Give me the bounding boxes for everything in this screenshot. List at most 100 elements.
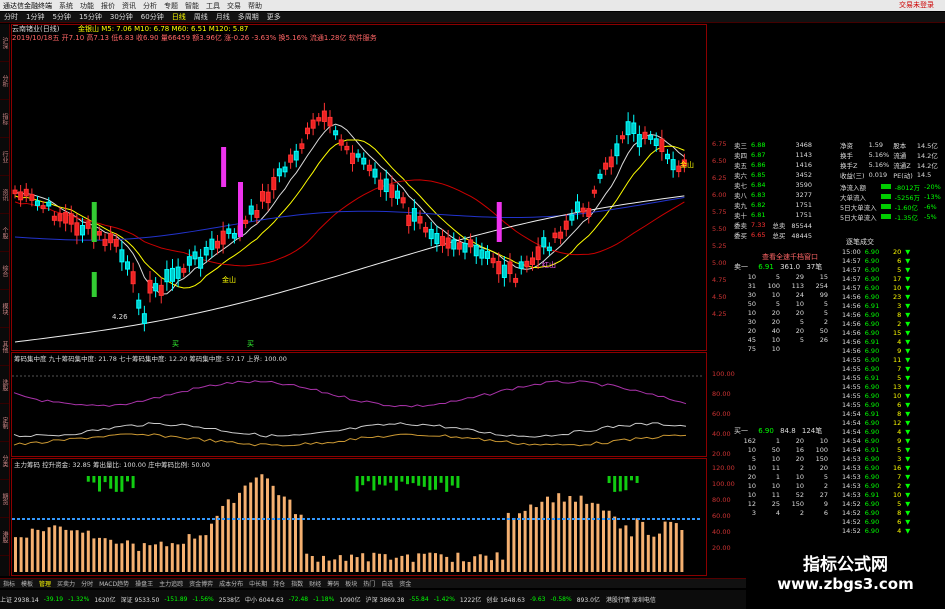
left-strip-item-12[interactable]: 期货 <box>0 480 9 518</box>
left-strip-item-0[interactable]: 沪深 <box>0 24 9 62</box>
period-tab-4[interactable]: 30分钟 <box>106 12 137 22</box>
stats-panel: 净资 1.59 股本 14.5亿 换手 5.16% 流通 14.2亿 换手Z 5.16% 流通Z 14… <box>838 140 945 222</box>
tick-row: 14:53 6.90 3 ▼ <box>840 454 912 463</box>
period-tab-7[interactable]: 周线 <box>190 12 212 22</box>
index-quote[interactable]: -39.19 <box>44 596 63 603</box>
indicator1-tick: 20.00 <box>712 450 731 458</box>
period-tab-5[interactable]: 60分钟 <box>137 12 168 22</box>
period-tab-6[interactable]: 日线 <box>168 12 190 22</box>
tick-row: 14:57 6.90 10 ▼ <box>840 283 912 292</box>
bottom-tab-1[interactable]: 模板 <box>18 579 36 588</box>
index-quote[interactable]: -0.58% <box>550 596 571 603</box>
index-quote[interactable]: 1620亿 <box>94 595 115 604</box>
bottom-tab-11[interactable]: 持仓 <box>270 579 288 588</box>
capital-bar <box>288 499 292 572</box>
left-strip-item-6[interactable]: 综合 <box>0 252 9 290</box>
index-quote[interactable]: 沪深 3869.38 <box>366 595 405 604</box>
tick-row: 14:55 6.90 7 ▼ <box>840 364 912 373</box>
candle-body <box>265 191 271 204</box>
left-strip-item-8[interactable]: 其他 <box>0 328 9 366</box>
period-tab-1[interactable]: 1分钟 <box>22 12 48 22</box>
bottom-tab-18[interactable]: 资金 <box>396 579 414 588</box>
period-tab-8[interactable]: 月线 <box>212 12 234 22</box>
index-quote[interactable]: 创业 1648.63 <box>486 595 525 604</box>
bottom-tab-4[interactable]: 分时 <box>78 579 96 588</box>
menu-item-0[interactable]: 系统 <box>59 1 73 11</box>
candle-body <box>113 238 119 247</box>
index-quote[interactable]: -1.18% <box>313 596 334 603</box>
menu-item-5[interactable]: 专题 <box>164 1 178 11</box>
buy-label: 买 <box>247 340 254 348</box>
index-quote[interactable]: 893.0亿 <box>577 595 600 604</box>
bottom-tab-13[interactable]: 财经 <box>306 579 324 588</box>
tick-time: 14:57 <box>842 274 861 283</box>
index-quote[interactable]: 深证 9533.50 <box>121 595 160 604</box>
index-quote[interactable]: 1222亿 <box>460 595 481 604</box>
login-status[interactable]: 交易未登录 <box>899 0 934 10</box>
period-tab-10[interactable]: 更多 <box>263 12 285 22</box>
bottom-tab-0[interactable]: 指标 <box>0 579 18 588</box>
left-strip-item-13[interactable]: 港股 <box>0 518 9 556</box>
period-tab-0[interactable]: 分时 <box>0 12 22 22</box>
index-quote[interactable]: -9.63 <box>530 596 546 603</box>
period-tab-2[interactable]: 5分钟 <box>48 12 74 22</box>
index-quote[interactable]: -1.42% <box>434 596 455 603</box>
left-strip-item-1[interactable]: 分析 <box>0 62 9 100</box>
menu-item-4[interactable]: 分析 <box>143 1 157 11</box>
left-strip-item-3[interactable]: 行业 <box>0 138 9 176</box>
menu-item-9[interactable]: 帮助 <box>248 1 262 11</box>
menu-item-1[interactable]: 功能 <box>80 1 94 11</box>
bottom-tab-3[interactable]: 买卖力 <box>54 579 78 588</box>
index-quote[interactable]: -151.89 <box>164 596 187 603</box>
tick-time: 14:55 <box>842 382 861 391</box>
left-strip-item-2[interactable]: 指标 <box>0 100 9 138</box>
bottom-tab-8[interactable]: 资金博弈 <box>186 579 216 588</box>
queue-window-link[interactable]: 查看全速千档窗口 <box>762 252 818 262</box>
bottom-tab-15[interactable]: 板块 <box>342 579 360 588</box>
left-strip-item-7[interactable]: 模块 <box>0 290 9 328</box>
index-quote[interactable]: -1.56% <box>193 596 214 603</box>
left-strip-item-9[interactable]: 选股 <box>0 366 9 404</box>
left-strip-item-10[interactable]: 定制 <box>0 404 9 442</box>
menu-item-7[interactable]: 工具 <box>206 1 220 11</box>
queue-cell: 3 <box>751 508 756 517</box>
bottom-tab-2[interactable]: 管理 <box>36 579 54 588</box>
order-row: 卖八 6.83 3277 <box>732 190 814 200</box>
queue-cell: 5 <box>799 317 804 326</box>
index-quote[interactable]: 中小 6044.63 <box>245 595 284 604</box>
capital-bar <box>64 529 68 572</box>
low-price-label: 4.26 <box>112 313 128 321</box>
tick-list[interactable]: 15:00 6.90 20 ▼ 14:57 6.90 6 ▼ 14:57 6.90 5 ▼ 14:57 6… <box>840 247 945 547</box>
flow-value: -5256万 <box>894 194 921 202</box>
queue-cell: 2 <box>823 481 828 490</box>
candlestick-chart[interactable]: 4.26金山金山红山买买 <box>12 42 705 350</box>
bottom-tab-16[interactable]: 热门 <box>360 579 378 588</box>
candle-body <box>108 233 114 244</box>
index-quote[interactable]: 1090亿 <box>339 595 360 604</box>
menu-item-3[interactable]: 资讯 <box>122 1 136 11</box>
period-tab-3[interactable]: 15分钟 <box>75 12 106 22</box>
menu-item-6[interactable]: 智能 <box>185 1 199 11</box>
bottom-tab-10[interactable]: 中长期 <box>246 579 270 588</box>
candle-body <box>473 244 479 257</box>
bottom-tab-5[interactable]: MACD趋势 <box>96 579 132 588</box>
index-quote[interactable]: -55.84 <box>409 596 428 603</box>
bottom-tab-12[interactable]: 指数 <box>288 579 306 588</box>
candle-body <box>119 249 125 263</box>
bottom-tab-17[interactable]: 自选 <box>378 579 396 588</box>
bottom-tab-14[interactable]: 筹码 <box>324 579 342 588</box>
tick-time: 14:55 <box>842 364 861 373</box>
index-quote[interactable]: -1.32% <box>68 596 89 603</box>
bottom-tab-7[interactable]: 主力追踪 <box>156 579 186 588</box>
period-tab-9[interactable]: 多周期 <box>234 12 263 22</box>
bottom-tab-6[interactable]: 操盘王 <box>132 579 156 588</box>
left-strip-item-11[interactable]: 分类 <box>0 442 9 480</box>
menu-item-8[interactable]: 交易 <box>227 1 241 11</box>
bottom-tab-9[interactable]: 成本分布 <box>216 579 246 588</box>
menu-item-2[interactable]: 报价 <box>101 1 115 11</box>
left-strip-item-5[interactable]: 个股 <box>0 214 9 252</box>
index-quote[interactable]: -72.48 <box>289 596 308 603</box>
left-strip-item-4[interactable]: 资讯 <box>0 176 9 214</box>
index-quote[interactable]: 2538亿 <box>219 595 240 604</box>
index-quote[interactable]: 上证 2938.14 <box>0 595 39 604</box>
